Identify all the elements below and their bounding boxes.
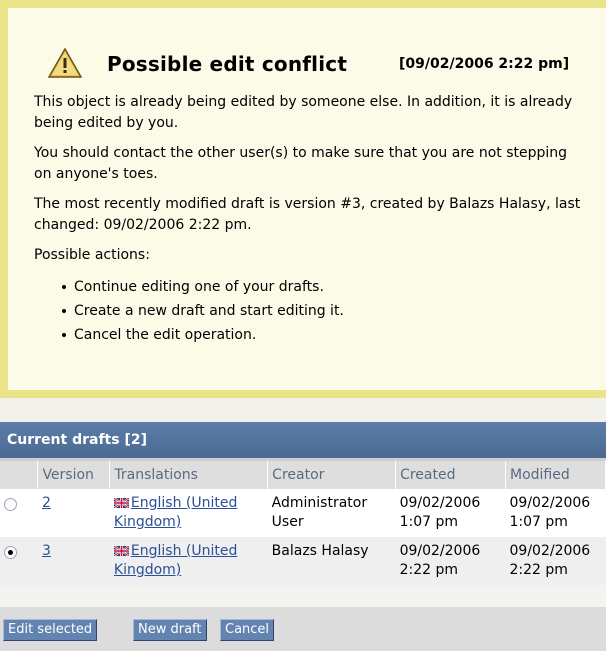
new-draft-button[interactable]: New draft bbox=[133, 619, 207, 641]
warning-title: Possible edit conflict bbox=[107, 52, 348, 76]
column-header-version: Version bbox=[37, 461, 111, 489]
possible-actions-list: Continue editing one of your drafts. Cre… bbox=[34, 275, 588, 347]
warning-header: Possible edit conflict [09/02/2006 2:22 … bbox=[34, 8, 588, 92]
column-header-translations: Translations bbox=[109, 461, 269, 489]
version-link[interactable]: 2 bbox=[42, 495, 51, 511]
drafts-table: Version Translations Creator Created Mod… bbox=[0, 461, 606, 585]
uk-flag-icon bbox=[113, 546, 129, 556]
modified-cell: 09/02/2006 2:22 pm bbox=[505, 537, 606, 585]
version-link[interactable]: 3 bbox=[42, 543, 51, 559]
table-header-row: Version Translations Creator Created Mod… bbox=[0, 461, 606, 489]
warning-content: Possible edit conflict [09/02/2006 2:22 … bbox=[8, 8, 606, 390]
cancel-button[interactable]: Cancel bbox=[220, 619, 275, 641]
warning-text-3: The most recently modified draft is vers… bbox=[34, 196, 581, 233]
translation-link[interactable]: English (United Kingdom) bbox=[114, 543, 237, 578]
column-header-created: Created bbox=[395, 461, 506, 489]
modified-cell: 09/02/2006 1:07 pm bbox=[505, 489, 606, 537]
warning-text-2: You should contact the other user(s) to … bbox=[34, 145, 568, 182]
possible-actions-label: Possible actions: bbox=[34, 247, 150, 263]
creator-cell: Administrator User bbox=[267, 489, 396, 537]
action-item: Cancel the edit operation. bbox=[62, 323, 588, 347]
table-row: 3 English (United Kingdom) Balazs Halasy… bbox=[0, 537, 606, 585]
draft-select-radio[interactable] bbox=[4, 498, 17, 511]
translation-link[interactable]: English (United Kingdom) bbox=[114, 495, 237, 530]
action-item: Continue editing one of your drafts. bbox=[62, 275, 588, 299]
button-bar: Edit selected New draft Cancel bbox=[0, 607, 606, 651]
column-header-select bbox=[0, 461, 39, 489]
current-drafts-panel: Current drafts [2] Version Translations … bbox=[0, 422, 606, 651]
draft-select-radio[interactable] bbox=[4, 546, 17, 559]
warning-triangle-icon bbox=[48, 48, 82, 78]
edit-selected-button[interactable]: Edit selected bbox=[3, 619, 98, 641]
created-cell: 09/02/2006 1:07 pm bbox=[395, 489, 506, 537]
column-header-creator: Creator bbox=[267, 461, 397, 489]
column-header-modified: Modified bbox=[505, 461, 606, 489]
uk-flag-icon bbox=[113, 498, 129, 508]
action-item: Create a new draft and start editing it. bbox=[62, 299, 588, 323]
created-cell: 09/02/2006 2:22 pm bbox=[395, 537, 506, 585]
edit-conflict-warning: Possible edit conflict [09/02/2006 2:22 … bbox=[0, 0, 606, 398]
table-row: 2 English (United Kingdom) Administrator… bbox=[0, 489, 606, 537]
warning-text-1: This object is already being edited by s… bbox=[34, 94, 573, 131]
warning-timestamp: [09/02/2006 2:22 pm] bbox=[399, 56, 570, 72]
creator-cell: Balazs Halasy bbox=[267, 537, 396, 585]
panel-title: Current drafts [2] bbox=[0, 422, 606, 458]
